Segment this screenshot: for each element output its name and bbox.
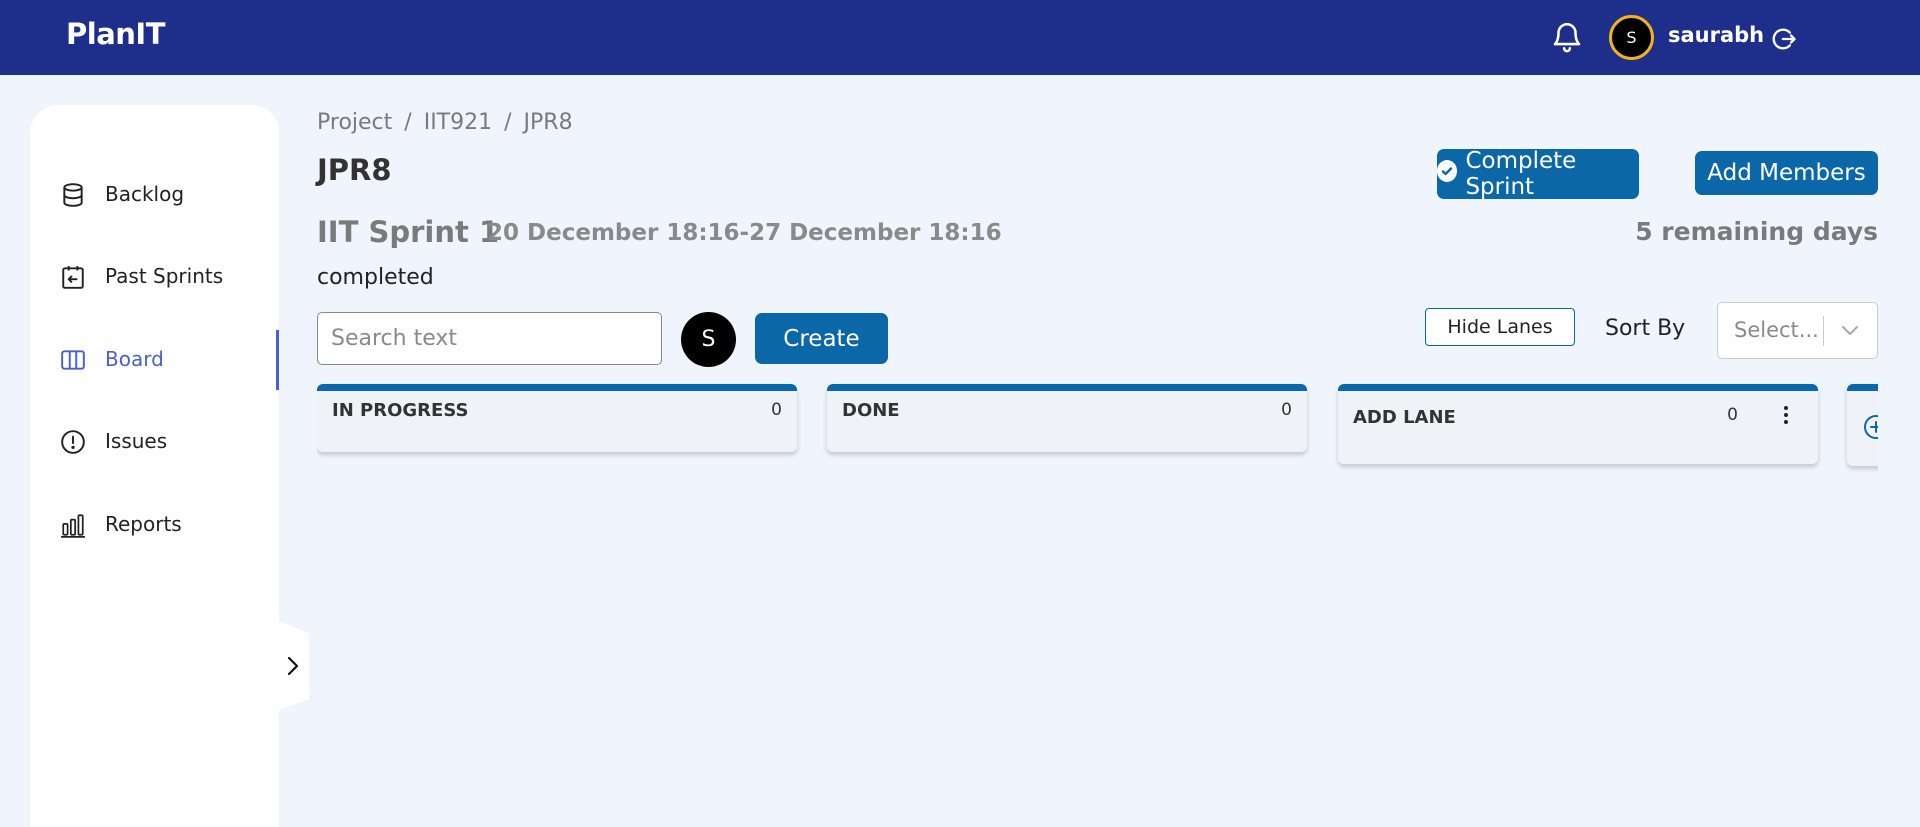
user-avatar[interactable]: S — [1609, 15, 1654, 60]
lane-count: 0 — [1281, 400, 1292, 420]
sidebar-item-board[interactable]: Board — [30, 330, 279, 390]
username[interactable]: saurabh — [1668, 23, 1764, 47]
database-icon — [63, 183, 83, 207]
sidebar-item-label: Backlog — [105, 182, 185, 206]
lane-title: DONE — [842, 400, 900, 421]
app-logo[interactable]: PlanIT — [66, 17, 165, 51]
lane-count: 0 — [1727, 405, 1738, 425]
sidebar-item-reports[interactable]: Reports — [30, 495, 279, 555]
sort-by-label: Sort By — [1605, 316, 1686, 341]
board-lanes: IN PROGRESS 0 DONE 0 ADD LANE 0 — [317, 383, 1878, 483]
sidebar-item-label: Board — [105, 347, 164, 371]
breadcrumb-board[interactable]: JPR8 — [524, 110, 573, 135]
add-members-button[interactable]: Add Members — [1695, 151, 1878, 195]
lane-add-lane[interactable]: ADD LANE 0 — [1338, 384, 1818, 464]
sidebar-item-issues[interactable]: Issues — [30, 412, 279, 472]
breadcrumb: Project / IIT921 / JPR8 — [317, 110, 573, 135]
calendar-back-icon — [62, 266, 84, 289]
page-title: JPR8 — [317, 153, 392, 187]
sidebar-expand-toggle[interactable] — [279, 622, 309, 710]
breadcrumb-project-key[interactable]: IIT921 — [424, 110, 492, 135]
create-button[interactable]: Create — [755, 313, 888, 364]
sidebar-item-backlog[interactable]: Backlog — [30, 165, 279, 225]
add-lane-button[interactable] — [1847, 384, 1878, 466]
sidebar: Backlog Past Sprints Board Issues Report… — [30, 105, 279, 827]
top-navbar: PlanIT S saurabh — [0, 0, 1920, 75]
complete-sprint-label: Complete Sprint — [1465, 148, 1577, 200]
sprint-name: IIT Sprint 1 — [317, 215, 500, 249]
lane-title: IN PROGRESS — [332, 400, 469, 421]
sprint-dates: 20 December 18:16-27 December 18:16 — [487, 220, 1002, 246]
search-input[interactable] — [317, 312, 662, 365]
breadcrumb-project[interactable]: Project — [317, 110, 392, 135]
lane-in-progress[interactable]: IN PROGRESS 0 — [317, 384, 797, 452]
sort-by-select[interactable]: Select... — [1717, 302, 1878, 359]
sidebar-item-past-sprints[interactable]: Past Sprints — [30, 247, 279, 307]
member-filter-avatar[interactable]: S — [681, 312, 736, 367]
sort-select-placeholder: Select... — [1734, 318, 1819, 342]
sprint-status: completed — [317, 265, 434, 290]
breadcrumb-separator: / — [404, 110, 412, 135]
chevron-down-icon[interactable] — [1839, 319, 1861, 341]
sidebar-item-label: Reports — [105, 512, 182, 536]
bar-chart-icon — [61, 514, 85, 538]
breadcrumb-separator: / — [504, 110, 512, 135]
check-circle-icon — [1437, 160, 1458, 182]
alert-circle-icon — [61, 430, 85, 454]
plus-circle-icon — [1864, 415, 1878, 439]
lane-done[interactable]: DONE 0 — [827, 384, 1307, 452]
complete-sprint-button[interactable]: Complete Sprint — [1437, 148, 1639, 200]
remaining-days: 5 remaining days — [1635, 217, 1878, 246]
sidebar-item-label: Past Sprints — [105, 264, 224, 288]
kebab-menu-icon[interactable] — [1776, 403, 1796, 427]
logout-icon[interactable] — [1770, 25, 1798, 53]
board-columns-icon — [61, 350, 85, 370]
lane-title: ADD LANE — [1353, 407, 1456, 428]
hide-lanes-button[interactable]: Hide Lanes — [1425, 308, 1575, 346]
bell-icon[interactable] — [1550, 19, 1584, 55]
chevron-right-icon — [287, 656, 299, 676]
select-divider — [1823, 316, 1824, 346]
lane-count: 0 — [771, 400, 782, 420]
sidebar-item-label: Issues — [105, 429, 168, 453]
